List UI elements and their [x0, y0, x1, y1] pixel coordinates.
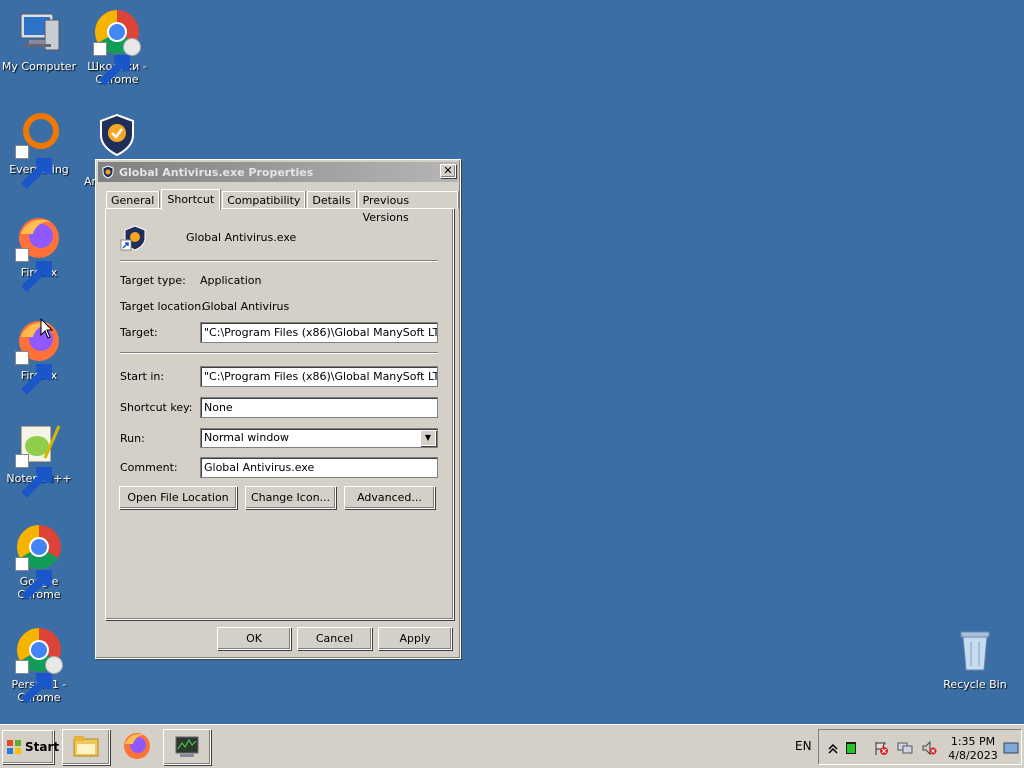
target-type-label: Target type:	[120, 274, 186, 287]
taskbar-network-app-button[interactable]	[163, 729, 211, 765]
file-name: Global Antivirus.exe	[186, 231, 297, 244]
folder-icon	[71, 731, 101, 764]
apply-button[interactable]: Apply	[378, 627, 452, 650]
desktop-icon-my-computer[interactable]: My Computer	[0, 8, 78, 73]
tab-details[interactable]: Details	[307, 191, 356, 209]
firefox-icon	[15, 214, 63, 292]
system-tray: 1:35 PM 4/8/2023	[818, 729, 1022, 765]
desktop-icon-firefox-1[interactable]: Firefox	[0, 214, 78, 292]
run-select-value: Normal window	[204, 431, 290, 444]
tab-compatibility[interactable]: Compatibility	[222, 191, 306, 209]
shortcut-arrow-icon	[15, 454, 52, 498]
tab-general[interactable]: General	[106, 191, 160, 209]
separator	[120, 352, 438, 354]
shield-icon	[101, 165, 115, 179]
start-label: Start	[25, 740, 60, 754]
chrome-icon	[15, 523, 63, 601]
separator	[120, 260, 438, 262]
chrome-icon	[15, 626, 63, 704]
firefox-icon	[15, 317, 63, 395]
computer-icon	[15, 8, 63, 56]
clock[interactable]: 1:35 PM 4/8/2023	[947, 735, 999, 763]
shortcut-arrow-icon	[15, 248, 52, 292]
language-indicator[interactable]: EN	[795, 739, 812, 753]
target-label: Target:	[120, 326, 158, 339]
shortcut-arrow-icon	[15, 660, 52, 704]
person-badge-icon	[45, 656, 63, 674]
desktop-icon-everything[interactable]: Everything	[0, 111, 78, 189]
dialog-title: Global Antivirus.exe Properties	[119, 165, 314, 179]
shortcut-arrow-icon	[15, 145, 52, 189]
chevron-down-icon[interactable]: ▼	[420, 430, 436, 446]
target-field[interactable]: "C:\Program Files (x86)\Global ManySoft …	[200, 322, 438, 343]
start-in-field[interactable]: "C:\Program Files (x86)\Global ManySoft …	[200, 366, 438, 387]
chrome-icon	[93, 8, 141, 86]
notepadpp-icon	[15, 420, 63, 498]
windows-logo-icon	[6, 739, 22, 755]
open-file-location-button[interactable]: Open File Location	[119, 486, 237, 509]
chevron-up-icon[interactable]	[825, 740, 841, 756]
everything-icon	[15, 111, 63, 189]
volume-muted-icon[interactable]	[921, 740, 937, 756]
network-monitor-icon	[172, 731, 202, 764]
desktop-icon-person1-chrome[interactable]: Person 1 - Chrome	[0, 626, 78, 704]
shortcut-arrow-icon	[15, 557, 52, 601]
taskbar-firefox-button[interactable]	[113, 729, 161, 765]
network-icon[interactable]	[897, 740, 913, 756]
shortcut-panel: Global Antivirus.exe Target type: Applic…	[105, 208, 454, 620]
taskbar: Start EN 1:35 PM 4/8/2023	[0, 724, 1024, 768]
tab-previous-versions[interactable]: Previous Versions	[357, 191, 458, 224]
target-location-value: Global Antivirus	[202, 300, 290, 313]
start-button[interactable]: Start	[2, 730, 59, 764]
run-select[interactable]: Normal window ▼	[200, 428, 438, 448]
advanced-button[interactable]: Advanced...	[344, 486, 435, 509]
recycle-bin-icon	[951, 626, 999, 674]
desktop-icon-shkolski-chrome[interactable]: Школски - Chrome	[78, 8, 156, 86]
mouse-cursor-icon	[40, 317, 54, 340]
target-location-label: Target location:	[120, 300, 205, 313]
taskbar-explorer-button[interactable]	[62, 729, 110, 765]
cancel-button[interactable]: Cancel	[297, 627, 372, 650]
desktop-icon-antivirus-partial[interactable]: Ar	[78, 111, 156, 188]
action-center-flag-icon[interactable]	[873, 740, 889, 756]
properties-dialog: Global Antivirus.exe Properties ✕ Genera…	[95, 159, 461, 659]
desktop-icon-label: Recycle Bin	[943, 678, 1007, 691]
comment-label: Comment:	[120, 461, 178, 474]
firefox-icon	[122, 731, 152, 764]
shortcut-key-field[interactable]: None	[200, 397, 438, 418]
tab-strip: General Shortcut Compatibility Details P…	[106, 188, 460, 224]
activity-icon[interactable]	[843, 740, 859, 756]
ok-button[interactable]: OK	[217, 627, 291, 650]
clock-date: 4/8/2023	[948, 749, 998, 762]
target-type-value: Application	[200, 274, 262, 287]
dialog-titlebar[interactable]: Global Antivirus.exe Properties ✕	[98, 162, 458, 182]
shortcut-key-label: Shortcut key:	[120, 401, 193, 414]
antivirus-shortcut-icon	[120, 224, 148, 252]
comment-field[interactable]: Global Antivirus.exe	[200, 457, 438, 478]
shield-icon	[93, 111, 141, 159]
show-desktop-icon[interactable]	[1003, 740, 1019, 756]
close-button[interactable]: ✕	[440, 164, 456, 178]
desktop-icon-label: My Computer	[1, 60, 77, 73]
close-icon: ✕	[443, 164, 453, 177]
person-badge-icon	[123, 38, 141, 56]
desktop-icon-recycle-bin[interactable]: Recycle Bin	[936, 626, 1014, 691]
shortcut-arrow-icon	[93, 42, 130, 86]
run-label: Run:	[120, 432, 145, 445]
tab-shortcut[interactable]: Shortcut	[161, 189, 221, 210]
shortcut-arrow-icon	[15, 351, 52, 395]
start-in-label: Start in:	[120, 370, 165, 383]
desktop-icon-firefox-2[interactable]: Firefox	[0, 317, 78, 395]
desktop-icon-notepadpp[interactable]: Notepad++	[0, 420, 78, 498]
change-icon-button[interactable]: Change Icon...	[245, 486, 336, 509]
clock-time: 1:35 PM	[950, 735, 996, 748]
desktop-icon-google-chrome[interactable]: Google Chrome	[0, 523, 78, 601]
